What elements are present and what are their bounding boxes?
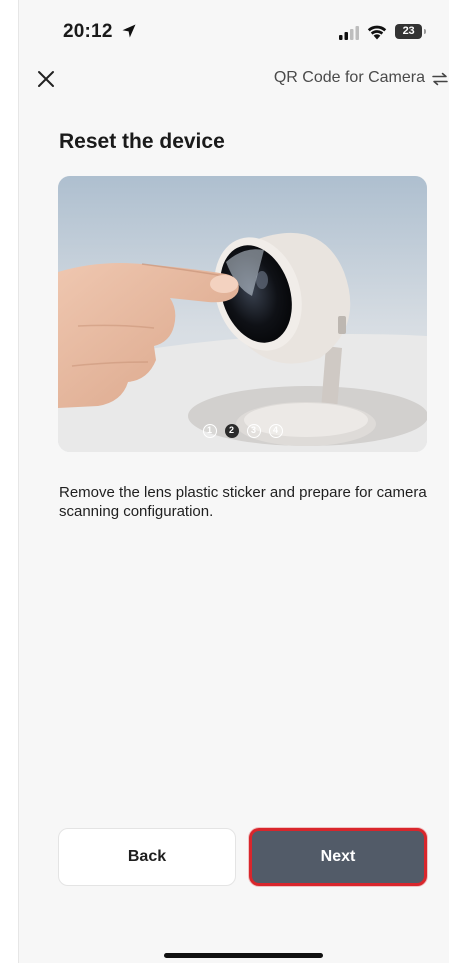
step-dot-2[interactable]: 2 [224, 424, 239, 438]
home-indicator[interactable] [164, 953, 323, 958]
hand-removing-camera-lens-sticker-image [58, 176, 427, 452]
instruction-description: Remove the lens plastic sticker and prep… [59, 484, 427, 520]
location-arrow-icon [122, 24, 136, 38]
battery-icon: 23 [395, 24, 422, 39]
wifi-icon [367, 25, 387, 40]
carousel-step-indicator: 1 2 3 4 [58, 424, 427, 438]
phone-screen: 20:12 23 QR Code for Camera Reset the de… [18, 0, 449, 963]
battery-cap [424, 29, 426, 34]
status-time: 20:12 [63, 21, 113, 42]
instruction-image-carousel[interactable]: 1 2 3 4 [58, 176, 427, 452]
page-title: Reset the device [59, 130, 225, 153]
status-bar: 20:12 23 [19, 0, 449, 56]
back-button[interactable]: Back [58, 828, 236, 886]
close-icon[interactable] [35, 68, 57, 90]
nav-title[interactable]: QR Code for Camera [274, 69, 425, 87]
next-button[interactable]: Next [249, 828, 427, 886]
swap-icon[interactable] [432, 72, 448, 86]
step-dot-4[interactable]: 4 [268, 424, 283, 438]
cellular-signal-icon [339, 26, 359, 40]
step-dot-1[interactable]: 1 [202, 424, 217, 438]
step-dot-3[interactable]: 3 [246, 424, 261, 438]
